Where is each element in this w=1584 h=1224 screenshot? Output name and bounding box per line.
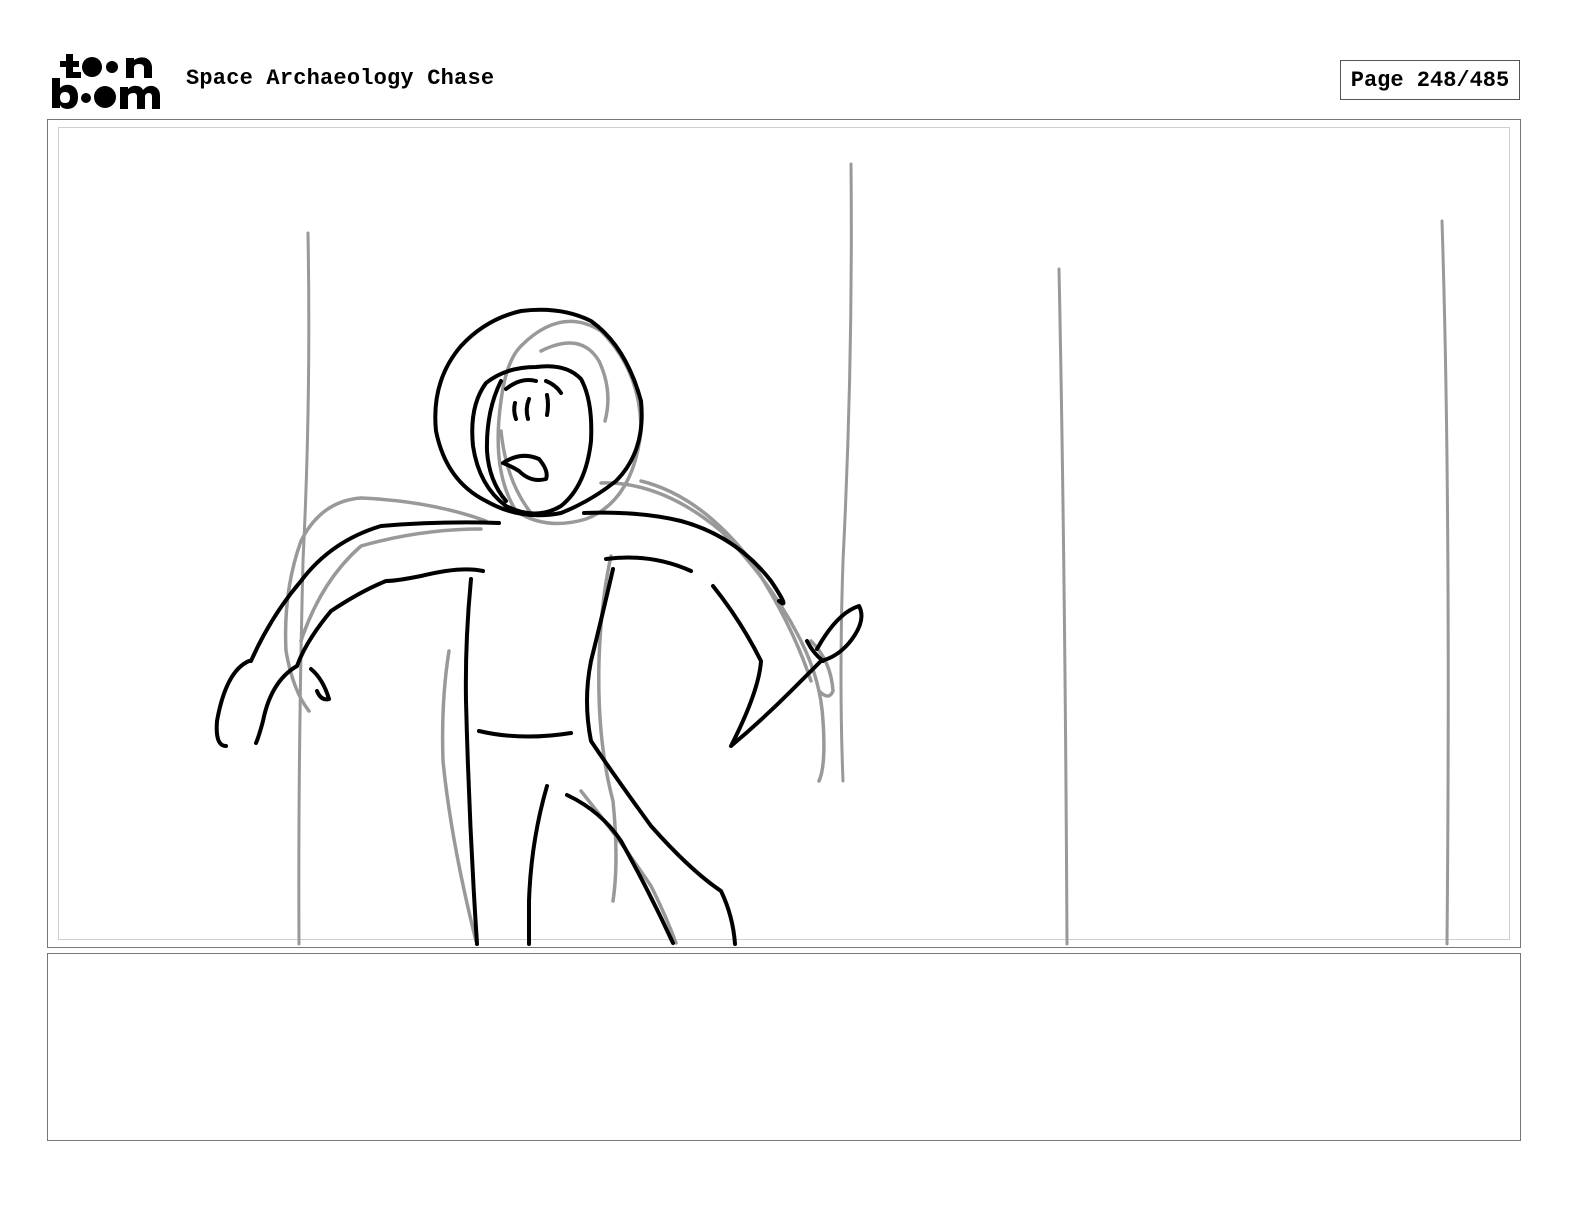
project-title: Space Archaeology Chase: [186, 66, 495, 91]
panel-sketch: [214, 162, 1450, 946]
character-figure: [214, 307, 864, 946]
toon-boom-logo: [50, 50, 162, 112]
rough-figure: [283, 319, 835, 945]
storyboard-panel: [47, 119, 1521, 948]
panel-caption-box: [47, 953, 1521, 1141]
page-number: Page 248/485: [1340, 60, 1520, 100]
